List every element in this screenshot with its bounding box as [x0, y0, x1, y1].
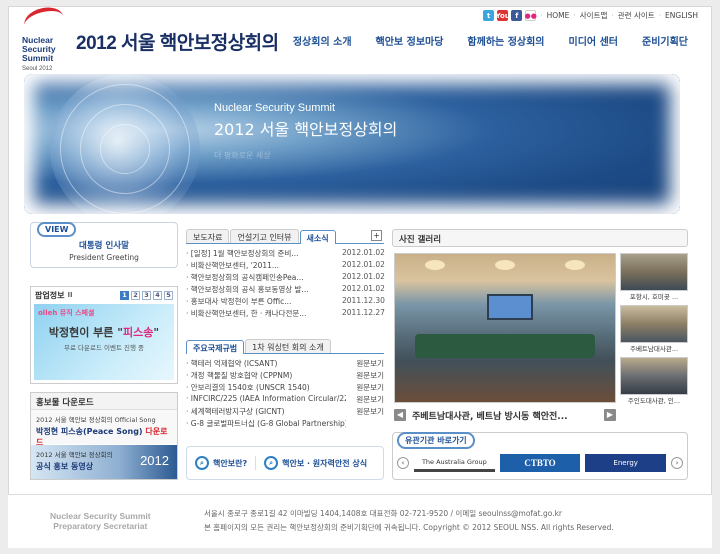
list-item[interactable]: 비확산핵안보센터, '2011...2012.01.02	[186, 260, 385, 272]
list-item[interactable]: 핵테러 억제협약 (ICSANT)원문보기	[186, 358, 384, 370]
norms-tabs: 주요국제규범 1차 워싱턴 회의 소개	[186, 339, 384, 354]
quick-what-is-security[interactable]: ⌕ 핵안보란?	[187, 456, 255, 470]
gallery-next-icon[interactable]: ▶	[604, 409, 616, 421]
gallery-caption-bar: ◀ 주베트남대사관, 베트남 방시동 핵안전... ▶	[394, 407, 616, 423]
list-item[interactable]: 홍보대사 박정현이 부른 Offic...2011.12.30	[186, 296, 385, 308]
footer: Nuclear Security Summit Preparatory Secr…	[8, 494, 712, 548]
magnifier-icon: ⌕	[195, 456, 209, 470]
util-english-link[interactable]: ENGLISH	[665, 11, 698, 20]
view-badge: VIEW	[37, 222, 77, 237]
quick-safety-knowledge[interactable]: ⌕ 핵안보 · 원자력안전 상식	[255, 456, 375, 470]
ctbto-logo[interactable]: CTBTO	[499, 454, 581, 472]
gallery-prev-icon[interactable]: ◀	[394, 409, 406, 421]
util-home-link[interactable]: HOME	[547, 11, 570, 20]
list-item[interactable]: 핵안보정상회의 공식캠페인송Pea...2012.01.02	[186, 272, 385, 284]
nav-security-info[interactable]: 핵안보 정보마당	[364, 33, 456, 48]
news-list: [일정] 1월 핵안보정상회의 준비...2012.01.02 비확산핵안보센터…	[186, 248, 385, 320]
quick-links: ⌕ 핵안보란? ⌕ 핵안보 · 원자력안전 상식	[186, 446, 384, 480]
norms-list: 핵테러 억제협약 (ICSANT)원문보기 개정 핵물질 방호협약 (CPPNM…	[186, 358, 384, 430]
youtube-icon[interactable]: You	[496, 10, 510, 21]
european-energy-logo[interactable]: Energy	[585, 454, 667, 472]
nav-participate[interactable]: 함께하는 정상회의	[455, 33, 556, 48]
list-item[interactable]: 안보리결의 1540호 (UNSCR 1540)원문보기	[186, 382, 384, 394]
document-search-icon: ⌕	[264, 456, 279, 470]
norms-panel: 주요국제규범 1차 워싱턴 회의 소개 핵테러 억제협약 (ICSANT)원문보…	[186, 339, 384, 439]
nav-summit-intro[interactable]: 정상회의 소개	[281, 33, 364, 48]
facebook-icon[interactable]: f	[511, 10, 523, 21]
list-item[interactable]: 비확산핵안보센터, 한 · 캐나다전문...2011.12.27	[186, 308, 385, 320]
list-item[interactable]: 세계핵테러방지구상 (GICNT)원문보기	[186, 406, 384, 418]
list-item[interactable]: 개정 핵물질 방호협약 (CPPNM)원문보기	[186, 370, 384, 382]
tab-press-release[interactable]: 보도자료	[186, 229, 230, 243]
pause-icon[interactable]: II	[67, 291, 72, 299]
popup-page-5[interactable]: 5	[164, 290, 173, 300]
popup-page-1[interactable]: 1	[120, 290, 129, 300]
site-title[interactable]: 2012 서울 핵안보정상회의	[76, 28, 279, 55]
tab-news[interactable]: 새소식	[299, 230, 336, 244]
promo-peace-song[interactable]: 2012 서울 핵안보 정상회의 Official Song 박정현 피스송(P…	[31, 410, 177, 447]
popup-page-4[interactable]: 4	[153, 290, 162, 300]
gallery-thumb[interactable]: 포항시, 호미곶 ...	[620, 253, 688, 301]
greeting-title-ko: 대통령 인사말	[79, 241, 129, 251]
popup-page-3[interactable]: 3	[142, 290, 151, 300]
news-panel: 보도자료 언설기고 인터뷰 새소식 + [일정] 1월 핵안보정상회의 준비..…	[186, 229, 385, 335]
gallery-thumb[interactable]: 주베트남대사관...	[620, 305, 688, 353]
greeting-title-en: President Greeting	[69, 253, 139, 262]
popup-banner-image[interactable]: olleh 뮤직 스페셜 박정현이 부른 "피스송" 무료 다운로드 이벤트 진…	[34, 304, 174, 380]
list-item[interactable]: G-8 글로벌파트너십 (G-8 Global Partnership)	[186, 418, 384, 430]
tab-washington-summit[interactable]: 1차 워싱턴 회의 소개	[245, 339, 331, 353]
popup-page-2[interactable]: 2	[131, 290, 140, 300]
gallery-title: 사진 갤러리	[392, 229, 688, 247]
list-item[interactable]: [일정] 1월 핵안보정상회의 준비...2012.01.02	[186, 248, 385, 260]
footer-logo: Nuclear Security Summit Preparatory Secr…	[50, 511, 151, 531]
util-sitemap-link[interactable]: 사이트맵	[580, 10, 608, 21]
summit-logo[interactable]: Nuclear Security Summit Seoul 2012	[21, 3, 67, 74]
australia-group-logo[interactable]: The Australia Group	[414, 454, 495, 472]
related-title: 유관기관 바로가기	[397, 432, 475, 449]
news-tabs: 보도자료 언설기고 인터뷰 새소식 +	[186, 229, 384, 244]
related-next-icon[interactable]: ›	[671, 457, 684, 469]
president-greeting-box[interactable]: VIEW 대통령 인사말 President Greeting	[30, 222, 178, 268]
nav-media-center[interactable]: 미디어 센터	[557, 33, 630, 48]
promo-download-box: 홍보물 다운로드 2012 서울 핵안보 정상회의 Official Song …	[30, 392, 178, 480]
list-item[interactable]: INFCIRC/225 (IAEA Information Circular/2…	[186, 394, 384, 406]
gallery-thumbnails: 포항시, 호미곶 ... 주베트남대사관... 주인도대사관, 인...	[620, 253, 688, 405]
gallery-caption[interactable]: 주베트남대사관, 베트남 방시동 핵안전...	[412, 409, 598, 422]
flickr-icon[interactable]: ●●	[525, 10, 537, 21]
related-prev-icon[interactable]: ‹	[397, 457, 409, 469]
list-item[interactable]: 핵안보정상회의 공식 홍보동영상 발...2012.01.02	[186, 284, 385, 296]
twitter-icon[interactable]: t	[483, 10, 495, 21]
more-plus-icon[interactable]: +	[371, 230, 382, 241]
nav-secretariat[interactable]: 준비기획단	[630, 33, 700, 48]
tab-international-norms[interactable]: 주요국제규범	[186, 340, 245, 354]
popup-pager: 1 2 3 4 5	[120, 290, 173, 300]
tab-interview[interactable]: 언설기고 인터뷰	[230, 229, 299, 243]
photo-gallery: 사진 갤러리 포항시, 호미곶 ... 주베트남대사관... 주인도대사관, 인…	[392, 229, 688, 425]
related-orgs: 유관기관 바로가기 ‹ The Australia Group CTBTO En…	[392, 432, 688, 480]
popup-info-box: 팝업정보 II 1 2 3 4 5 olleh 뮤직 스페셜 박정현이 부른 "…	[30, 286, 178, 384]
util-related-sites-link[interactable]: 관련 사이트	[618, 10, 655, 21]
footer-address: 서울시 종로구 종로1길 42 이마빌딩 1404,1408호 대표전화 02-…	[204, 509, 614, 532]
promo-title: 홍보물 다운로드	[31, 393, 177, 410]
gallery-thumb[interactable]: 주인도대사관, 인...	[620, 357, 688, 405]
promo-official-video[interactable]: 2012 서울 핵안보 정상회의 공식 홍보 동영상 2012	[31, 445, 177, 479]
main-navigation: 정상회의 소개 핵안보 정보마당 함께하는 정상회의 미디어 센터 준비기획단	[281, 33, 700, 48]
gallery-main-photo[interactable]	[394, 253, 616, 403]
logo-swoosh-icon	[21, 3, 67, 39]
utility-bar: t You f ●● · HOME · 사이트맵 · 관련 사이트 · ENGL…	[483, 10, 698, 21]
popup-title: 팝업정보	[35, 290, 65, 300]
main-banner: Nuclear Security Summit 2012 서울 핵안보정상회의 …	[24, 74, 680, 214]
